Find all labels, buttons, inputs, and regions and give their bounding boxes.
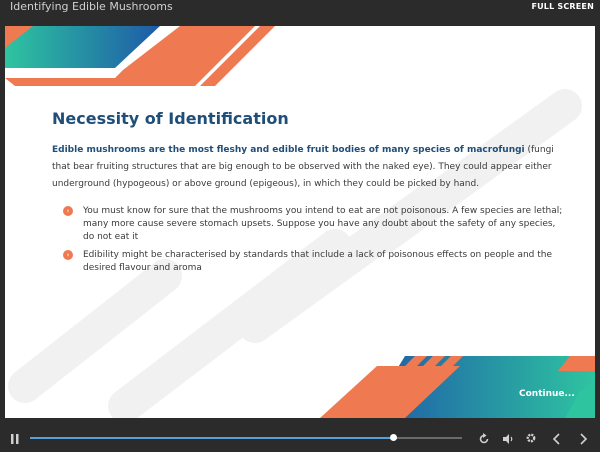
progress-slider[interactable]	[30, 434, 462, 441]
slide-heading: Necessity of Identification	[52, 109, 289, 128]
volume-icon[interactable]	[502, 433, 515, 447]
intro-bold-text: Edible mushrooms are the most fleshy and…	[52, 145, 525, 155]
window-title: Identifying Edible Mushrooms	[10, 0, 173, 13]
bullet-list: › You must know for sure that the mushro…	[63, 205, 563, 280]
chevron-right-icon: ›	[63, 250, 73, 260]
intro-paragraph: Edible mushrooms are the most fleshy and…	[52, 142, 572, 193]
fullscreen-button[interactable]: FULL SCREEN	[531, 2, 594, 11]
next-icon[interactable]	[578, 433, 588, 447]
prev-icon[interactable]	[552, 433, 562, 447]
title-bar: Identifying Edible Mushrooms FULL SCREEN	[0, 0, 600, 25]
replay-icon[interactable]	[478, 433, 490, 447]
slide: Necessity of Identification Edible mushr…	[5, 26, 595, 418]
bullet-text: Edibility might be characterised by stan…	[83, 250, 553, 273]
settings-icon[interactable]	[525, 432, 537, 446]
list-item: › Edibility might be characterised by st…	[63, 249, 563, 275]
pause-icon[interactable]	[10, 433, 20, 447]
progress-handle[interactable]	[389, 434, 397, 441]
bullet-text: You must know for sure that the mushroom…	[83, 206, 563, 242]
progress-fill	[30, 437, 393, 439]
list-item: › You must know for sure that the mushro…	[63, 205, 563, 244]
chevron-right-icon: ›	[63, 206, 73, 216]
player-controls	[0, 426, 600, 452]
continue-button[interactable]: Continue...	[519, 389, 575, 399]
